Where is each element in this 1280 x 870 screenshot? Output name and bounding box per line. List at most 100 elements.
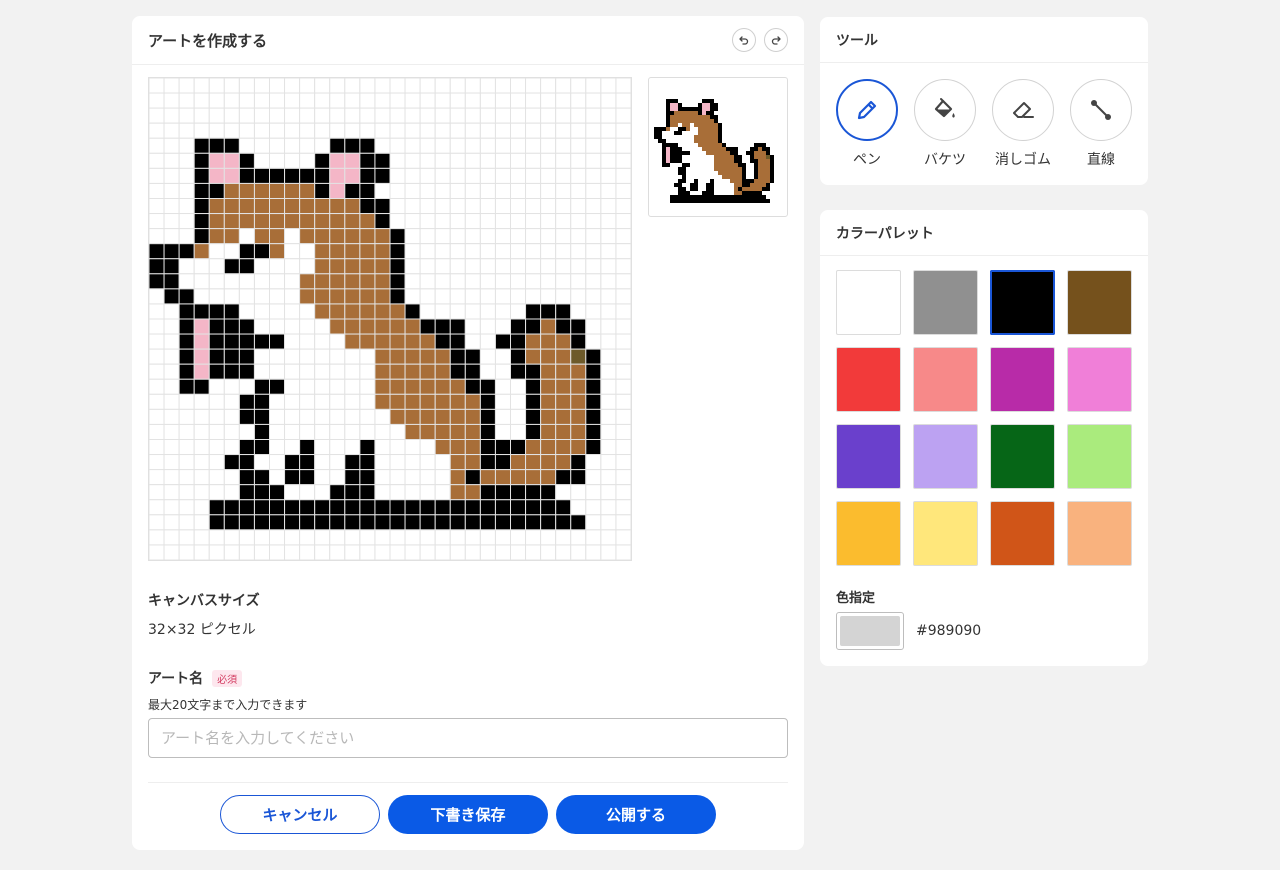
canvas-pixel[interactable] — [419, 78, 436, 94]
canvas-pixel[interactable] — [615, 454, 631, 471]
canvas-pixel[interactable] — [434, 137, 451, 154]
canvas-pixel[interactable] — [329, 484, 346, 501]
canvas-pixel[interactable] — [163, 514, 180, 531]
canvas-pixel[interactable] — [223, 408, 240, 425]
canvas-pixel[interactable] — [615, 484, 631, 501]
canvas-pixel[interactable] — [299, 318, 316, 335]
canvas-pixel[interactable] — [299, 363, 316, 380]
canvas-pixel[interactable] — [570, 122, 587, 139]
canvas-pixel[interactable] — [193, 92, 210, 109]
canvas-pixel[interactable] — [269, 439, 286, 456]
canvas-pixel[interactable] — [269, 273, 286, 290]
canvas-pixel[interactable] — [464, 152, 481, 169]
canvas-pixel[interactable] — [344, 333, 361, 350]
canvas-pixel[interactable] — [253, 288, 271, 305]
canvas-pixel[interactable] — [525, 167, 542, 184]
canvas-pixel[interactable] — [284, 78, 301, 94]
canvas-pixel[interactable] — [600, 258, 617, 275]
canvas-pixel[interactable] — [314, 544, 331, 560]
canvas-pixel[interactable] — [389, 198, 406, 215]
canvas-pixel[interactable] — [269, 243, 286, 260]
canvas-pixel[interactable] — [404, 258, 421, 275]
canvas-pixel[interactable] — [223, 514, 240, 531]
canvas-pixel[interactable] — [479, 198, 496, 215]
canvas-pixel[interactable] — [163, 454, 180, 471]
canvas-pixel[interactable] — [479, 107, 496, 124]
canvas-pixel[interactable] — [600, 288, 617, 305]
canvas-pixel[interactable] — [269, 469, 286, 486]
canvas-pixel[interactable] — [329, 288, 346, 305]
canvas-pixel[interactable] — [494, 454, 512, 471]
canvas-pixel[interactable] — [525, 273, 542, 290]
canvas-pixel[interactable] — [600, 152, 617, 169]
canvas-pixel[interactable] — [299, 107, 316, 124]
canvas-pixel[interactable] — [479, 469, 496, 486]
canvas-pixel[interactable] — [494, 243, 512, 260]
canvas-pixel[interactable] — [299, 182, 316, 200]
canvas-pixel[interactable] — [570, 378, 587, 395]
canvas-pixel[interactable] — [510, 348, 527, 365]
canvas-pixel[interactable] — [284, 454, 301, 471]
canvas-pixel[interactable] — [299, 167, 316, 184]
canvas-pixel[interactable] — [419, 167, 436, 184]
canvas-pixel[interactable] — [359, 198, 376, 215]
canvas-pixel[interactable] — [419, 107, 436, 124]
canvas-pixel[interactable] — [479, 363, 496, 380]
canvas-pixel[interactable] — [615, 273, 631, 290]
canvas-pixel[interactable] — [284, 273, 301, 290]
canvas-pixel[interactable] — [284, 122, 301, 139]
canvas-pixel[interactable] — [208, 198, 225, 215]
canvas-pixel[interactable] — [374, 378, 391, 395]
canvas-pixel[interactable] — [344, 454, 361, 471]
canvas-pixel[interactable] — [555, 107, 572, 124]
canvas-pixel[interactable] — [149, 318, 165, 335]
canvas-pixel[interactable] — [555, 273, 572, 290]
canvas-pixel[interactable] — [329, 544, 346, 560]
canvas-pixel[interactable] — [585, 243, 602, 260]
canvas-pixel[interactable] — [223, 92, 240, 109]
canvas-pixel[interactable] — [374, 348, 391, 365]
canvas-pixel[interactable] — [434, 393, 451, 410]
canvas-pixel[interactable] — [178, 393, 195, 410]
canvas-pixel[interactable] — [404, 439, 421, 456]
canvas-pixel[interactable] — [269, 137, 286, 154]
canvas-pixel[interactable] — [193, 167, 210, 184]
canvas-pixel[interactable] — [193, 499, 210, 516]
canvas-pixel[interactable] — [404, 198, 421, 215]
canvas-pixel[interactable] — [238, 499, 255, 516]
canvas-pixel[interactable] — [449, 529, 466, 546]
canvas-pixel[interactable] — [525, 303, 542, 320]
canvas-pixel[interactable] — [540, 348, 557, 365]
canvas-pixel[interactable] — [419, 363, 436, 380]
canvas-pixel[interactable] — [269, 303, 286, 320]
canvas-pixel[interactable] — [314, 423, 331, 441]
canvas-pixel[interactable] — [329, 107, 346, 124]
canvas-pixel[interactable] — [510, 228, 527, 245]
canvas-pixel[interactable] — [208, 469, 225, 486]
canvas-pixel[interactable] — [314, 258, 331, 275]
canvas-pixel[interactable] — [284, 529, 301, 546]
canvas-pixel[interactable] — [149, 499, 165, 516]
canvas-pixel[interactable] — [299, 378, 316, 395]
canvas-pixel[interactable] — [615, 213, 631, 230]
canvas-pixel[interactable] — [374, 78, 391, 94]
canvas-pixel[interactable] — [314, 303, 331, 320]
canvas-pixel[interactable] — [494, 484, 512, 501]
canvas-pixel[interactable] — [253, 514, 271, 531]
canvas-pixel[interactable] — [314, 378, 331, 395]
canvas-pixel[interactable] — [494, 423, 512, 441]
canvas-pixel[interactable] — [314, 167, 331, 184]
canvas-pixel[interactable] — [585, 469, 602, 486]
canvas-pixel[interactable] — [600, 378, 617, 395]
canvas-pixel[interactable] — [449, 228, 466, 245]
canvas-pixel[interactable] — [344, 348, 361, 365]
canvas-pixel[interactable] — [615, 288, 631, 305]
canvas-pixel[interactable] — [238, 423, 255, 441]
canvas-pixel[interactable] — [479, 499, 496, 516]
canvas-pixel[interactable] — [555, 78, 572, 94]
canvas-pixel[interactable] — [329, 243, 346, 260]
canvas-pixel[interactable] — [253, 228, 271, 245]
canvas-pixel[interactable] — [329, 182, 346, 200]
canvas-pixel[interactable] — [238, 228, 255, 245]
canvas-pixel[interactable] — [600, 107, 617, 124]
